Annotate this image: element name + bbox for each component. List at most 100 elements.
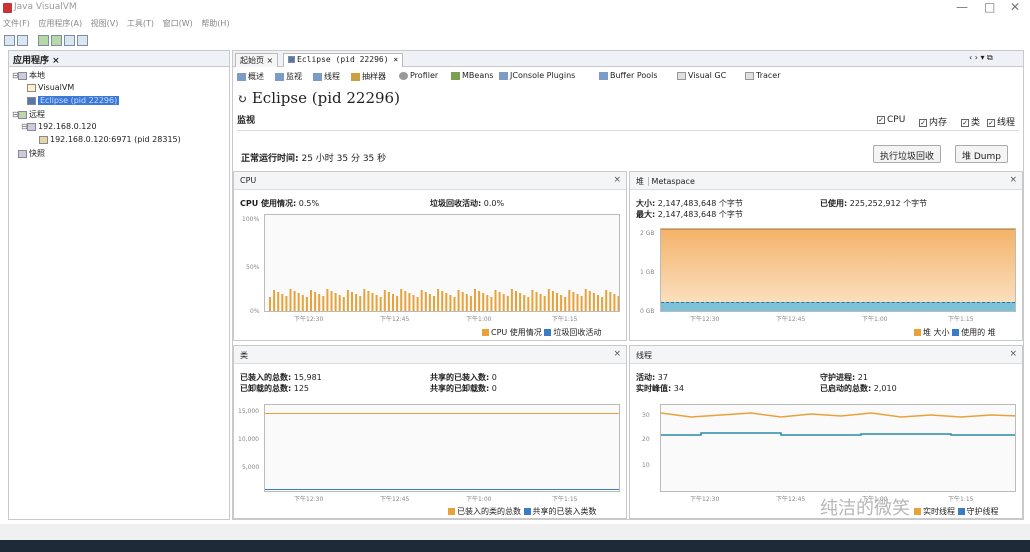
- check-icon: ✓: [961, 118, 969, 127]
- cpu-bar: [334, 293, 337, 311]
- perform-gc-button[interactable]: 执行垃圾回收: [873, 145, 942, 163]
- host-icon: [27, 122, 36, 131]
- heap-size-value: 2,147,483,648 个字节: [657, 199, 743, 208]
- cpu-bar: [355, 294, 358, 311]
- checkbox-cpu[interactable]: ✓ CPU: [877, 115, 905, 125]
- checkbox-cpu-label: CPU: [887, 115, 906, 125]
- legend-shared-classes: 共享的已装入类数: [532, 507, 597, 516]
- cpu-bar: [609, 292, 612, 311]
- cpu-bar: [523, 295, 526, 311]
- y-tick: 15,000: [238, 408, 259, 415]
- checkbox-memory[interactable]: ✓ 内存: [919, 115, 947, 128]
- view-subtabs: 概述 监视 线程 抽样器 Profiler MBeans JConsole Pl…: [233, 69, 1023, 85]
- minimize-button[interactable]: —: [956, 0, 968, 14]
- add-snapshot-icon[interactable]: [64, 35, 75, 46]
- cpu-bar: [318, 294, 321, 311]
- close-button[interactable]: ✕: [1010, 0, 1020, 14]
- close-icon[interactable]: ×: [267, 56, 274, 65]
- tree-remote-process[interactable]: 192.168.0.120:6971 (pid 28315): [39, 135, 181, 144]
- subtab-overview[interactable]: 概述: [237, 71, 264, 82]
- cpu-panel-title: CPU: [240, 176, 257, 185]
- checkbox-threads[interactable]: ✓ 线程: [987, 115, 1015, 128]
- sampler-icon: [351, 72, 360, 81]
- tree-eclipse[interactable]: Eclipse (pid 22296): [27, 96, 120, 105]
- cpu-usage-value: 0.5%: [298, 199, 320, 208]
- classes-panel-header: 类 ×: [234, 346, 626, 364]
- menu-tools[interactable]: 工具(T): [127, 19, 154, 28]
- uptime-label: 正常运行时间:: [241, 154, 299, 164]
- subtab-profiler[interactable]: Profiler: [399, 71, 438, 80]
- subtab-sampler[interactable]: 抽样器: [351, 71, 386, 82]
- tree-local[interactable]: ⊟ 本地: [12, 70, 45, 81]
- heap-tab[interactable]: 堆: [636, 177, 649, 186]
- cpu-bar: [301, 295, 304, 311]
- menu-file[interactable]: 文件(F): [3, 19, 30, 28]
- open-icon[interactable]: [4, 35, 15, 46]
- cpu-bar: [416, 297, 419, 311]
- remote-process-icon: [39, 135, 48, 144]
- cpu-bar: [289, 289, 292, 311]
- menu-applications[interactable]: 应用程序(A): [38, 19, 82, 28]
- heap-used-label: 已使用:: [820, 199, 848, 208]
- tracer-icon: [745, 71, 754, 80]
- monitor-label: 监视: [237, 116, 256, 126]
- x-tick: 下午1:15: [552, 316, 578, 323]
- menu-window[interactable]: 窗口(W): [163, 19, 193, 28]
- taskbar: [0, 540, 1030, 552]
- menu-view[interactable]: 视图(V): [91, 19, 119, 28]
- subtab-monitor[interactable]: 监视: [275, 71, 302, 82]
- tree-snapshots[interactable]: 快照: [12, 148, 45, 159]
- save-icon[interactable]: [17, 35, 28, 46]
- subtab-visual-gc[interactable]: Visual GC: [677, 71, 726, 80]
- heap-panel-header: 堆 Metaspace ×: [630, 172, 1022, 190]
- checkbox-classes[interactable]: ✓ 类: [961, 115, 980, 128]
- close-icon[interactable]: ×: [613, 349, 621, 359]
- menu-help[interactable]: 帮助(H): [201, 19, 229, 28]
- heap-used-area: [661, 302, 1015, 311]
- subtab-monitor-label: 监视: [286, 72, 302, 81]
- legend-live-threads: 实时线程: [923, 507, 955, 516]
- x-tick: 下午1:15: [552, 496, 578, 503]
- cpu-bar: [281, 294, 284, 311]
- cpu-panel-header: CPU ×: [234, 172, 626, 190]
- cpu-bar: [269, 297, 271, 311]
- subtab-jconsole[interactable]: JConsole Plugins: [499, 71, 575, 80]
- subtab-buffer-pools[interactable]: Buffer Pools: [599, 71, 658, 80]
- maximize-button[interactable]: □: [984, 0, 995, 14]
- tab-controls[interactable]: ‹ › ▾ ⧉: [969, 53, 1019, 65]
- tree-host[interactable]: ⊟ 192.168.0.120: [21, 122, 97, 131]
- subtab-threads[interactable]: 线程: [313, 71, 340, 82]
- classes-panel-title: 类: [240, 351, 248, 360]
- app-icon: [3, 3, 12, 13]
- subtab-tracer[interactable]: Tracer: [745, 71, 781, 80]
- close-icon[interactable]: ×: [393, 55, 398, 64]
- heap-dump-icon[interactable]: [77, 35, 88, 46]
- subtab-tracer-label: Tracer: [756, 71, 781, 80]
- metaspace-tab[interactable]: Metaspace: [652, 177, 695, 186]
- add-jmx-icon[interactable]: [38, 35, 49, 46]
- classes-loaded-stat: 已装入的总数: 15,981: [240, 372, 322, 383]
- heap-size-stat: 大小: 2,147,483,648 个字节: [636, 198, 743, 209]
- tab-eclipse[interactable]: Eclipse (pid 22296) ×: [283, 53, 404, 67]
- y-tick: 100%: [242, 216, 260, 223]
- cpu-bar: [305, 297, 308, 311]
- cpu-bar: [543, 296, 546, 311]
- close-icon[interactable]: ×: [1009, 349, 1017, 359]
- cpu-bar: [383, 290, 386, 311]
- cpu-bar: [605, 290, 608, 311]
- tree-remote-label: 远程: [29, 110, 45, 119]
- tree-local-label: 本地: [29, 71, 45, 80]
- add-remote-host-icon[interactable]: [51, 35, 62, 46]
- visual-gc-icon: [677, 71, 686, 80]
- heap-dump-button[interactable]: 堆 Dump: [955, 145, 1008, 163]
- threads-plot: [660, 404, 1016, 492]
- close-icon[interactable]: ×: [613, 175, 621, 185]
- x-tick: 下午1:15: [948, 316, 974, 323]
- tree-remote[interactable]: ⊟ 远程: [12, 109, 45, 120]
- cpu-bar: [449, 295, 452, 311]
- tree-visualvm[interactable]: VisualVM: [27, 83, 74, 92]
- subtab-mbeans[interactable]: MBeans: [451, 71, 493, 80]
- close-icon[interactable]: ×: [1009, 175, 1017, 185]
- tab-start-page[interactable]: 起始页 ×: [235, 53, 279, 67]
- y-tick: 10,000: [238, 436, 259, 443]
